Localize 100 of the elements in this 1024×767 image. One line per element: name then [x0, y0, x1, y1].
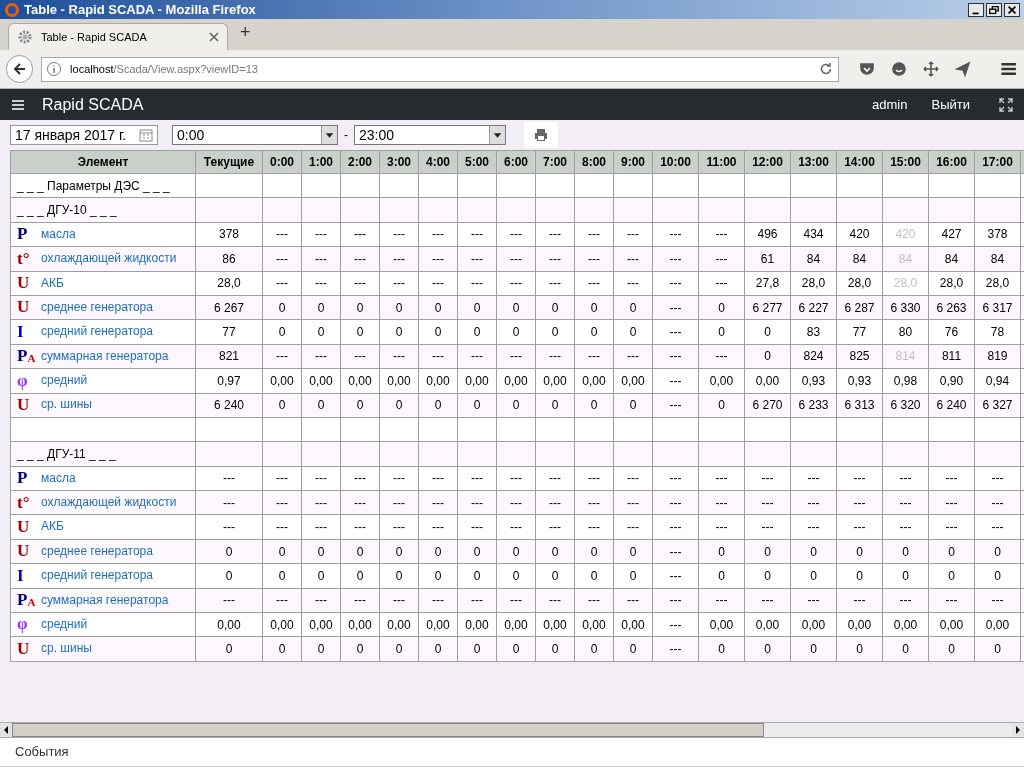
- parameter-link[interactable]: АКБ: [41, 273, 64, 292]
- smiley-icon[interactable]: [890, 61, 907, 77]
- new-tab-button[interactable]: +: [240, 19, 251, 46]
- table-cell: ---: [588, 593, 600, 608]
- browser-tab[interactable]: Table - Rapid SCADA: [8, 23, 228, 50]
- print-button[interactable]: [524, 122, 558, 148]
- table-cell: 824: [803, 349, 824, 364]
- table-cell: ---: [588, 349, 600, 364]
- table-cell: 0: [590, 398, 598, 413]
- move-icon[interactable]: [922, 61, 939, 77]
- table-cell: 0: [718, 325, 725, 340]
- table-cell: 6 233: [798, 398, 829, 413]
- table-cell: ---: [669, 325, 682, 340]
- column-header: 12:00: [752, 155, 783, 169]
- table-cell: ---: [669, 276, 682, 291]
- table-cell: 0: [356, 398, 364, 413]
- table-cell: 0: [395, 568, 403, 583]
- parameter-link[interactable]: средний генератора: [41, 322, 153, 341]
- send-icon[interactable]: [954, 61, 971, 77]
- table-cell: 6 263: [936, 300, 967, 315]
- parameter-link[interactable]: масла: [41, 468, 76, 487]
- table-cell: 84: [944, 251, 959, 266]
- table-cell: ---: [393, 276, 405, 291]
- minimize-icon[interactable]: [968, 2, 984, 17]
- table-cell: 0: [810, 642, 817, 657]
- table-cell: 84: [806, 251, 821, 266]
- parameter-link[interactable]: охлаждающей жидкости: [41, 249, 177, 268]
- close-icon[interactable]: [1004, 2, 1020, 17]
- table-cell: 0: [473, 398, 481, 413]
- column-header: Текущие: [203, 155, 255, 169]
- scroll-left-icon[interactable]: [0, 723, 12, 737]
- scroll-right-icon[interactable]: [1012, 723, 1024, 737]
- date-field[interactable]: 17 января 2017 г.: [10, 125, 158, 145]
- pocket-icon[interactable]: [858, 61, 875, 77]
- table-cell: ---: [510, 593, 522, 608]
- table-cell: ---: [276, 227, 288, 242]
- table-cell: 0,00: [504, 617, 528, 632]
- table-cell: 0: [434, 642, 442, 657]
- table-cell: ---: [669, 300, 682, 315]
- parameter-link[interactable]: ср. шины: [41, 639, 92, 658]
- table-cell: ---: [853, 593, 866, 608]
- table-cell: ---: [669, 593, 682, 608]
- parameter-link[interactable]: АКБ: [41, 517, 64, 536]
- table-cell: ---: [627, 593, 639, 608]
- table-cell: ---: [627, 520, 639, 535]
- table-cell: ---: [715, 495, 728, 510]
- restore-icon[interactable]: [986, 2, 1002, 17]
- table-cell: 0: [629, 544, 637, 559]
- table-cell: ---: [715, 349, 728, 364]
- table-cell: 0: [856, 642, 863, 657]
- parameter-link[interactable]: охлаждающей жидкости: [41, 493, 177, 511]
- table-cell: 0: [512, 544, 520, 559]
- time-to-select[interactable]: 23:00: [354, 125, 506, 145]
- parameter-link[interactable]: среднее генератора: [41, 541, 153, 560]
- parameter-link[interactable]: среднее генератора: [41, 297, 153, 316]
- table-cell: ---: [549, 495, 561, 510]
- table-cell: ---: [588, 276, 600, 291]
- table-cell: 0: [473, 325, 481, 340]
- horizontal-scrollbar[interactable]: [0, 722, 1024, 738]
- parameter-link[interactable]: средний генератора: [41, 566, 153, 585]
- table-cell: ---: [393, 593, 405, 608]
- table-cell: ---: [223, 495, 235, 510]
- events-title[interactable]: События: [15, 742, 69, 762]
- fullscreen-icon[interactable]: [998, 96, 1014, 113]
- table-cell: 0: [948, 642, 955, 657]
- parameter-link[interactable]: ср. шины: [41, 395, 92, 414]
- parameter-link[interactable]: масла: [41, 224, 76, 243]
- parameter-link[interactable]: суммарная генератора: [41, 346, 169, 365]
- table-cell: ---: [669, 495, 682, 510]
- parameter-link[interactable]: средний: [41, 371, 88, 390]
- table-cell: ---: [510, 276, 522, 291]
- logout-link[interactable]: Выйти: [931, 94, 970, 115]
- table-cell: ---: [627, 495, 639, 510]
- table-cell: 27,8: [755, 276, 780, 291]
- table-cell: 6 327: [982, 398, 1013, 413]
- address-bar[interactable]: localhost/Scada/View.aspx?viewID=13: [41, 56, 839, 82]
- table-cell: 0,00: [755, 373, 780, 388]
- browser-logo-icon: [4, 1, 20, 18]
- table-cell: ---: [471, 593, 483, 608]
- table-cell: 0,00: [939, 617, 964, 632]
- gear-icon: [17, 29, 33, 45]
- column-header: 14:00: [844, 155, 875, 169]
- table-cell: 0: [317, 568, 325, 583]
- table-cell: ---: [432, 471, 444, 486]
- table-cell: ---: [276, 520, 288, 535]
- parameter-link[interactable]: средний: [41, 614, 88, 633]
- table-cell: 0: [395, 544, 403, 559]
- table-cell: ---: [276, 251, 288, 266]
- back-button[interactable]: [6, 55, 34, 83]
- table-cell: ---: [899, 593, 912, 608]
- column-header: 4:00: [426, 155, 450, 169]
- user-link[interactable]: admin: [872, 94, 908, 115]
- table-cell: 0: [512, 568, 520, 583]
- parameter-link[interactable]: суммарная генератора: [41, 590, 169, 609]
- time-from-select[interactable]: 0:00: [172, 125, 338, 145]
- table-cell: 0: [590, 544, 598, 559]
- table-cell: 0: [764, 544, 771, 559]
- table-cell: ---: [627, 251, 639, 266]
- scrollbar-thumb[interactable]: [12, 723, 764, 737]
- table-cell: ---: [669, 471, 682, 486]
